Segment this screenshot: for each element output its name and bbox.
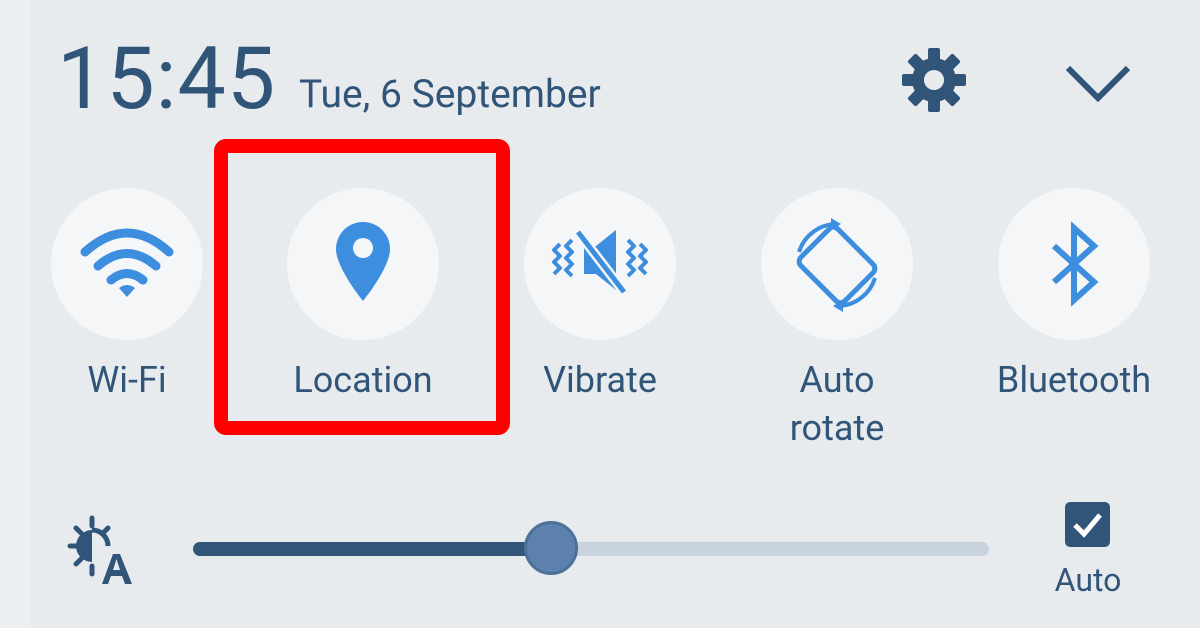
brightness-slider-thumb[interactable] <box>524 521 579 575</box>
vibrate-icon <box>552 228 648 296</box>
tile-label: Bluetooth <box>996 359 1152 401</box>
tile-label: Wi-Fi <box>87 359 167 401</box>
location-highlight-box <box>214 139 510 435</box>
checkmark-icon <box>1073 513 1102 538</box>
brightness-auto-icon[interactable] <box>62 514 136 590</box>
tile-label: Vibrate <box>543 359 657 401</box>
auto-rotate-icon <box>796 218 878 312</box>
notification-panel: 15:45 Tue, 6 September Wi-Fi Location Vi… <box>0 0 1200 628</box>
tile-label: Auto rotate <box>789 359 885 449</box>
quick-settings-tiles: Wi-Fi Location Vibrate Auto rotate Bluet… <box>0 0 1200 460</box>
auto-brightness-label: Auto <box>1054 561 1122 599</box>
auto-brightness-checkbox[interactable] <box>1065 502 1110 547</box>
tile-auto-rotate-circle[interactable] <box>761 188 913 340</box>
brightness-auto-glyph <box>67 515 132 584</box>
tile-wifi-circle[interactable] <box>51 188 203 340</box>
bluetooth-icon <box>1051 221 1099 307</box>
wifi-icon <box>80 228 174 297</box>
tile-bluetooth-circle[interactable] <box>998 188 1150 340</box>
brightness-slider-fill <box>193 542 552 556</box>
tile-vibrate-circle[interactable] <box>524 188 676 340</box>
